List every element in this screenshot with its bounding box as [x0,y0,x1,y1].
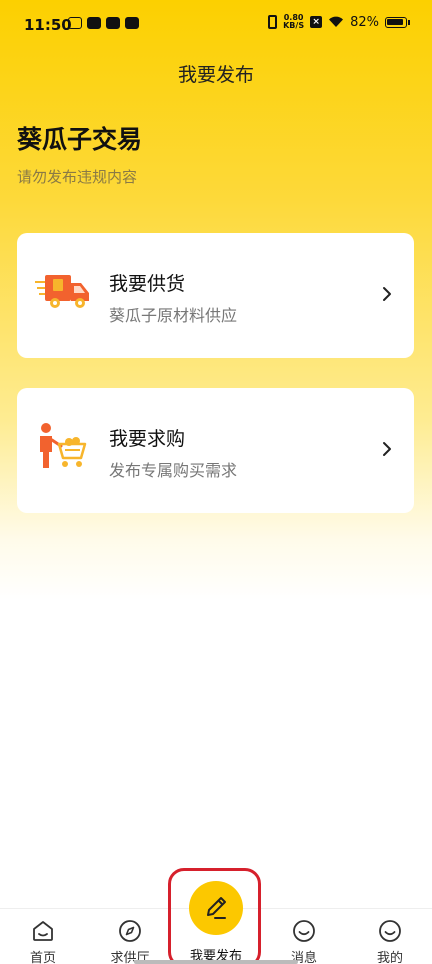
chevron-right-icon [383,287,391,301]
highlight-box [168,868,261,964]
home-icon [33,921,53,941]
compass-icon [119,920,141,942]
nav-item-profile[interactable]: 我的 [355,919,425,964]
shopping-cart-person-icon [40,423,87,468]
demand-card-desc: 发布专属购买需求 [109,461,238,480]
status-time: 11:50 [24,16,72,34]
smiley-icon [293,920,315,942]
wifi-icon [329,16,344,27]
demand-card[interactable]: 我要求购 发布专属购买需求 [17,388,414,513]
battery-icon [385,16,407,28]
network-speed: 0.80 KB/S [283,14,304,30]
play-notification-icon [106,17,120,29]
battery-percent: 82% [350,14,379,30]
nav-label-home: 首页 [29,951,56,964]
nav-label-profile: 我的 [376,951,403,964]
message-notification-icon [125,17,139,29]
demand-card-title: 我要求购 [109,428,186,450]
network-speed-unit: KB/S [283,21,305,30]
battery-tip [408,19,410,25]
nav-item-supply-hall[interactable]: 求供厅 [95,919,165,964]
status-indicators: 0.80 KB/S × 82% [268,14,410,30]
nav-item-home[interactable]: 首页 [8,919,78,964]
delivery-truck-icon [35,275,89,308]
app-notification-icon [68,17,82,29]
vibrate-icon [268,15,278,29]
chevron-right-icon [383,442,391,456]
app-notification-icon [87,17,101,29]
home-indicator [134,960,298,964]
supply-card[interactable]: 我要供货 葵瓜子原材料供应 [17,233,414,358]
nav-item-messages[interactable]: 消息 [269,919,339,964]
supply-card-desc: 葵瓜子原材料供应 [109,306,238,325]
sub-heading: 请勿发布违规内容 [17,168,138,186]
main-heading: 葵瓜子交易 [17,125,143,154]
status-bar: 11:50 0.80 KB/S × 82% [0,0,432,50]
no-sim-icon: × [310,16,323,28]
supply-card-title: 我要供货 [109,273,186,295]
page-title: 我要发布 [177,64,254,86]
notification-icons [68,17,139,29]
profile-smiley-icon [379,920,401,942]
